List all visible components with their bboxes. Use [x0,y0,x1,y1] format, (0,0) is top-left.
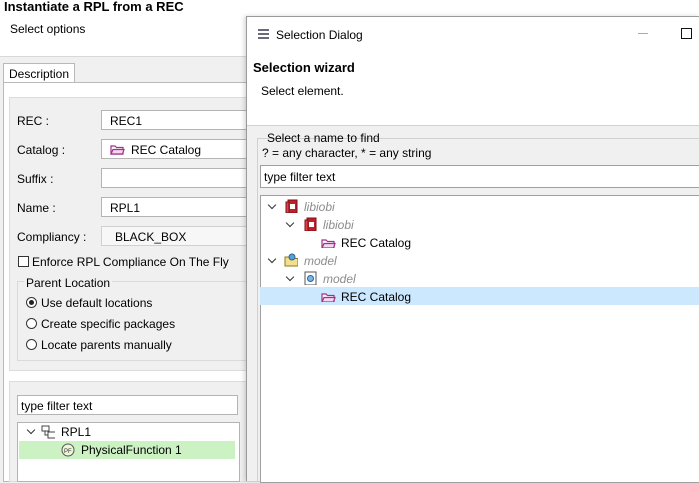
chevron-down-icon[interactable] [268,257,276,265]
name-label: Name : [17,201,56,215]
enforce-label: Enforce RPL Compliance On The Fly [32,255,229,269]
parent-location-title: Parent Location [24,276,113,290]
radio-specific-packages-label: Create specific packages [41,317,176,331]
tree-row-rec-catalog-2[interactable]: REC Catalog [261,288,699,306]
tree-row-label: REC Catalog [341,236,412,250]
preview-filter-input[interactable]: type filter text [17,395,238,415]
tree-row-rec-catalog-1[interactable]: REC Catalog [261,234,699,252]
dialog-titlebar: Selection Dialog [247,17,699,50]
minimize-icon[interactable] [638,33,648,34]
dialog-header: Selection wizard Select element. [247,50,699,126]
enforce-checkbox[interactable] [18,256,29,267]
wizard-title: Instantiate a RPL from a REC [4,0,184,14]
chevron-down-icon[interactable] [286,275,294,283]
chevron-down-icon[interactable] [27,428,35,436]
preview-tree-row-function[interactable]: PF PhysicalFunction 1 [19,441,235,459]
tree-row-libiobi[interactable]: libiobi [261,198,699,216]
radio-specific-packages[interactable] [26,318,37,329]
preview-tree-row-rpl1[interactable]: RPL1 [19,423,235,441]
radio-default-locations[interactable] [26,297,37,308]
tree-row-label: model [323,272,356,286]
maximize-icon[interactable] [681,28,692,39]
dialog-header-subtitle: Select element. [261,84,344,98]
compliancy-value: BLACK_BOX [115,230,187,244]
tree-row-model[interactable]: model [261,252,699,270]
dialog-header-title: Selection wizard [253,60,355,75]
svg-text:PF: PF [64,449,72,455]
library-model-icon [304,217,317,231]
find-label: Select a name to find [267,131,380,145]
tree-row-libiobi-child[interactable]: libiobi [261,216,699,234]
catalog-folder-icon [321,239,336,248]
chevron-down-icon[interactable] [268,203,276,211]
physical-function-icon: PF [61,443,75,457]
tree-row-model-child[interactable]: model [261,270,699,288]
dialog-filter-input[interactable]: type filter text [260,165,699,188]
dialog-filter-text: type filter text [264,170,336,184]
catalog-folder-icon [321,293,336,302]
tree-row-label: libiobi [323,218,354,232]
radio-locate-manually[interactable] [26,339,37,350]
chevron-down-icon[interactable] [286,221,294,229]
catalog-folder-icon [110,145,125,155]
dialog-app-icon [258,29,269,39]
preview-tree-label: PhysicalFunction 1 [81,443,182,457]
preview-filter-text: type filter text [21,399,93,413]
model-folder-icon [284,253,298,267]
tree-row-label: model [304,254,337,268]
suffix-field[interactable] [101,168,251,188]
suffix-label: Suffix : [17,172,54,186]
catalog-field[interactable]: REC Catalog [101,139,251,159]
tree-row-label: libiobi [304,200,335,214]
name-field[interactable]: RPL1 [101,197,251,217]
catalog-value: REC Catalog [131,143,202,157]
tab-description-label: Description [9,67,70,81]
selection-dialog: Selection Dialog Selection wizard Select… [246,16,699,483]
library-icon [285,199,298,213]
find-hint: ? = any character, * = any string [262,146,432,160]
catalog-label: Catalog : [17,143,66,157]
rec-label: REC : [17,114,50,128]
preview-tree-label: RPL1 [61,425,92,439]
rpl-icon [41,425,55,439]
radio-locate-manually-label: Locate parents manually [41,338,172,352]
rec-value: REC1 [110,114,143,128]
tab-description[interactable]: Description [3,63,75,83]
radio-default-locations-label: Use default locations [41,296,153,310]
rec-field[interactable]: REC1 [101,110,251,130]
tree-row-label: REC Catalog [341,290,412,304]
wizard-subtitle: Select options [10,22,86,36]
compliancy-label: Compliancy : [17,230,87,244]
dialog-window-title: Selection Dialog [276,28,363,42]
compliancy-select[interactable]: BLACK_BOX [101,226,251,246]
model-icon [304,271,317,285]
name-value: RPL1 [110,201,141,215]
